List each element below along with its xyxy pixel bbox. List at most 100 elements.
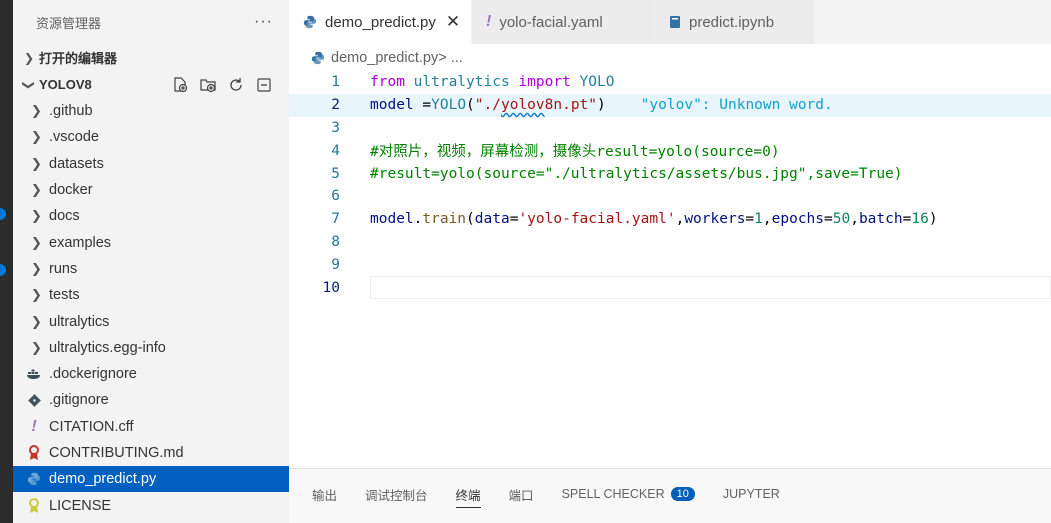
python-icon (25, 472, 43, 486)
chevron-right-icon: ❯ (31, 155, 42, 171)
line-number: 1 (331, 74, 340, 91)
tree-item-label: .dockerignore (49, 366, 137, 383)
tree-item-label: examples (49, 234, 112, 251)
project-name: YOLOV8 (39, 77, 92, 92)
exclamation-icon: ! (31, 417, 37, 435)
code-line: 7 model.train(data='yolo-facial.yaml',wo… (289, 208, 1051, 231)
tree-item-label: tests (49, 287, 80, 304)
line-number: 2 (331, 97, 340, 114)
refresh-icon[interactable] (227, 76, 245, 94)
tab-label: demo_predict.py (325, 13, 436, 31)
line-number: 6 (331, 188, 340, 205)
python-icon (311, 51, 325, 65)
code-line: 2 model =YOLO("./yolov8n.pt") "yolov": U… (289, 93, 1051, 117)
file-item[interactable]: LICENSE (13, 492, 289, 518)
tab-terminal[interactable]: 终端 (455, 482, 481, 508)
tab-jupyter[interactable]: JUPYTER (723, 482, 780, 506)
chevron-right-icon: ❯ (31, 234, 42, 250)
collapse-all-icon[interactable] (255, 76, 273, 94)
editor-area: demo_predict.py ✕ ! yolo-facial.yaml pre… (289, 0, 1051, 468)
folder-item[interactable]: ❯ tests (13, 282, 289, 308)
line-number: 10 (322, 279, 340, 296)
explorer-title: 资源管理器 (36, 15, 102, 31)
new-file-icon[interactable] (171, 76, 189, 94)
tree-item-label: runs (49, 260, 78, 277)
code-line: 9 (289, 253, 1051, 276)
code-line-current: 10 (289, 276, 1051, 299)
tab-debug-console[interactable]: 调试控制台 (365, 482, 428, 506)
open-editors-section[interactable]: ❯ 打开的编辑器 (13, 44, 289, 71)
tree-item-label: docker (49, 182, 93, 199)
ribbon-icon (25, 445, 43, 461)
line-number: 9 (331, 256, 340, 273)
license-icon (25, 497, 43, 514)
new-folder-icon[interactable] (199, 76, 217, 94)
chevron-right-icon: ❯ (23, 50, 35, 65)
chevron-down-icon: ❯ (22, 79, 36, 90)
chevron-right-icon: ❯ (31, 103, 42, 119)
tree-item-label: CITATION.cff (49, 418, 134, 435)
project-section[interactable]: ❯ YOLOV8 (13, 71, 289, 98)
tab-label: yolo-facial.yaml (499, 13, 603, 31)
more-actions-icon[interactable]: ··· (254, 13, 273, 31)
python-icon (303, 15, 317, 29)
line-number: 4 (331, 142, 340, 159)
file-item[interactable]: CONTRIBUTING.md (13, 440, 289, 466)
bottom-panel: 输出 调试控制台 终端 端口 SPELL CHECKER 10 JUPYTER (289, 468, 1051, 523)
activity-badge-dot (0, 208, 6, 220)
tree-item-label: docs (49, 208, 80, 225)
folder-item[interactable]: ❯ .vscode (13, 124, 289, 150)
code-editor[interactable]: 1 from ultralytics import YOLO 2 model =… (289, 71, 1051, 299)
file-tree: ❯ .github ❯ .vscode ❯ datasets ❯ docker ❯ docs ❯ ex… (13, 98, 289, 519)
code-line: 3 (289, 117, 1051, 140)
exclamation-icon: ! (486, 13, 492, 30)
line-number: 7 (331, 211, 340, 228)
line-number: 8 (331, 233, 340, 250)
breadcrumb-file[interactable]: demo_predict.py (331, 50, 438, 66)
breadcrumb-separator[interactable]: > ... (438, 50, 463, 66)
folder-item[interactable]: ❯ examples (13, 229, 289, 255)
tab-predict-ipynb[interactable]: predict.ipynb (655, 0, 815, 44)
panel-tabs: 输出 调试控制台 终端 端口 SPELL CHECKER 10 JUPYTER (289, 469, 1051, 519)
folder-item[interactable]: ❯ docs (13, 203, 289, 229)
file-item[interactable]: .gitignore (13, 387, 289, 413)
tab-ports[interactable]: 端口 (509, 482, 534, 506)
tab-demo-predict[interactable]: demo_predict.py ✕ (289, 0, 472, 44)
chevron-right-icon: ❯ (31, 182, 42, 198)
chevron-right-icon: ❯ (31, 129, 42, 145)
folder-item[interactable]: ❯ ultralytics.egg-info (13, 335, 289, 361)
tree-item-label: CONTRIBUTING.md (49, 445, 184, 461)
tree-item-label: .vscode (49, 129, 99, 146)
tree-item-label: ultralytics.egg-info (49, 339, 166, 356)
tree-item-label: demo_predict.py (49, 471, 157, 488)
line-number: 5 (331, 165, 340, 182)
file-item[interactable]: .dockerignore (13, 361, 289, 387)
chevron-right-icon: ❯ (31, 313, 42, 329)
close-icon[interactable]: ✕ (446, 12, 460, 32)
line-number: 3 (331, 119, 340, 136)
file-item[interactable]: demo_predict.py (13, 466, 289, 493)
tree-item-label: LICENSE (49, 497, 112, 514)
folder-item[interactable]: ❯ .github (13, 98, 289, 124)
tab-label: SPELL CHECKER (561, 487, 665, 501)
folder-item[interactable]: ❯ docker (13, 177, 289, 203)
tab-spell-checker[interactable]: SPELL CHECKER 10 (562, 482, 695, 506)
tab-label: predict.ipynb (689, 13, 775, 31)
code-line: 6 (289, 185, 1051, 208)
folder-item[interactable]: ❯ ultralytics (13, 308, 289, 334)
tab-output[interactable]: 输出 (312, 482, 337, 506)
activity-badge-dot (0, 264, 6, 276)
tree-item-label: .github (49, 103, 93, 120)
code-line: 5 #result=yolo(source="./ultralytics/ass… (289, 162, 1051, 185)
tab-yolo-facial-yaml[interactable]: ! yolo-facial.yaml (472, 0, 655, 44)
chevron-right-icon: ❯ (31, 339, 42, 355)
breadcrumb: demo_predict.py > ... (289, 44, 1051, 72)
explorer-sidebar: 资源管理器 ··· ❯ 打开的编辑器 ❯ YOLOV8 ❯ .github ❯ .vs… (13, 0, 289, 523)
folder-item[interactable]: ❯ runs (13, 256, 289, 282)
folder-item[interactable]: ❯ datasets (13, 151, 289, 177)
tree-item-label: .gitignore (49, 392, 109, 409)
tree-item-label: ultralytics (49, 313, 110, 330)
file-item[interactable]: ! CITATION.cff (13, 414, 289, 440)
git-icon (25, 394, 43, 407)
open-editors-label: 打开的编辑器 (39, 51, 118, 66)
